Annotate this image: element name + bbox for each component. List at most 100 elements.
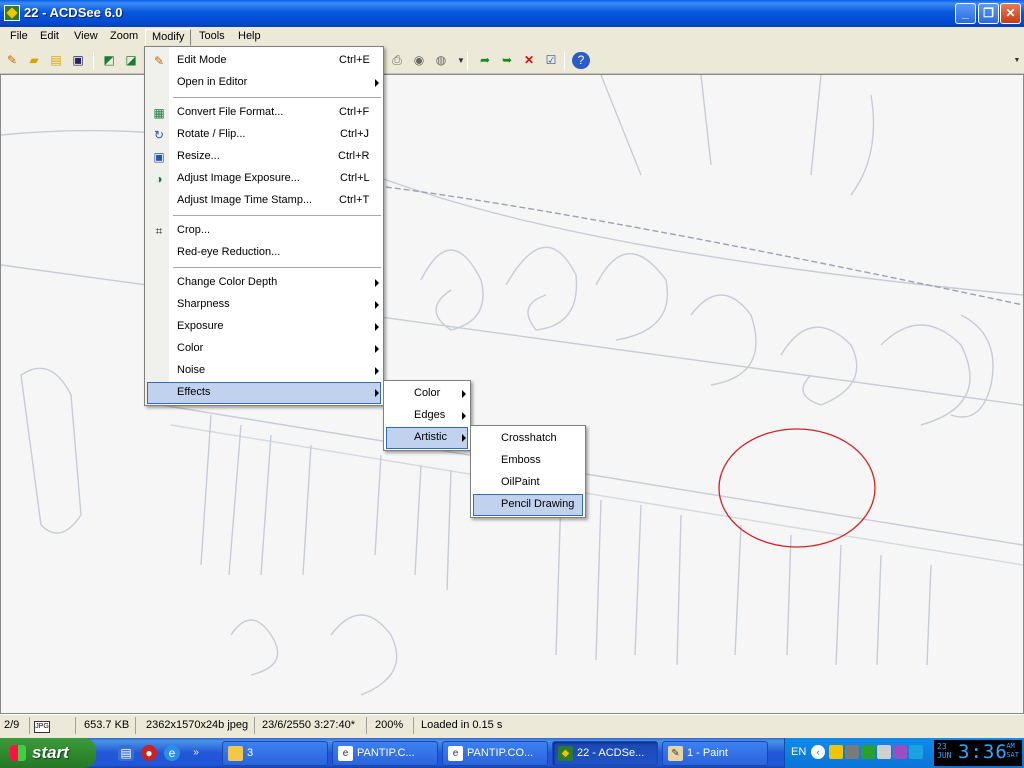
- submenu-arrow-icon: [462, 412, 466, 420]
- menu-tools[interactable]: Tools: [193, 29, 231, 46]
- menu-item-color[interactable]: Color: [147, 338, 381, 360]
- modify-menu: ✎ Edit Mode Ctrl+E Open in Editor ▦ Conv…: [144, 46, 384, 406]
- language-indicator[interactable]: EN: [791, 746, 806, 758]
- menu-item-rotate-flip[interactable]: ↻ Rotate / Flip... Ctrl+J: [147, 124, 381, 146]
- menu-item-convert-format[interactable]: ▦ Convert File Format... Ctrl+F: [147, 102, 381, 124]
- effects-submenu: Color Edges Artistic: [383, 380, 471, 451]
- submenu-arrow-icon: [375, 389, 379, 397]
- menu-separator: [173, 267, 381, 268]
- copy-to-icon[interactable]: ➦: [476, 52, 494, 69]
- menu-item-effects[interactable]: Effects: [147, 382, 381, 404]
- menu-item-edit-mode[interactable]: ✎ Edit Mode Ctrl+E: [147, 50, 381, 72]
- internet-explorer-icon[interactable]: e: [164, 745, 180, 761]
- status-position: 2/9: [0, 717, 30, 734]
- artistic-submenu: Crosshatch Emboss OilPaint Pencil Drawin…: [470, 425, 586, 518]
- taskbar-item-pantip-1[interactable]: e PANTIP.C...: [332, 741, 438, 766]
- tray-utility-icon[interactable]: [877, 745, 891, 759]
- menu-view[interactable]: View: [68, 29, 104, 46]
- submenu-arrow-icon: [462, 390, 466, 398]
- toolbar-separator: [93, 52, 94, 70]
- menu-item-open-in-editor[interactable]: Open in Editor: [147, 72, 381, 94]
- menu-item-noise[interactable]: Noise: [147, 360, 381, 382]
- menu-item-emboss[interactable]: Emboss: [473, 450, 583, 472]
- image-prev-icon[interactable]: ◩: [100, 52, 118, 69]
- print-icon[interactable]: ⎙: [388, 52, 406, 69]
- submenu-arrow-icon: [375, 279, 379, 287]
- clock-time: 3:36: [958, 741, 1008, 763]
- toolbar-overflow-icon[interactable]: ▼: [1008, 52, 1024, 69]
- minimize-button[interactable]: _: [955, 3, 976, 24]
- crop-icon: ⌗: [155, 224, 163, 238]
- menu-separator: [173, 97, 381, 98]
- burn-icon[interactable]: ◍: [432, 52, 450, 69]
- menu-item-sharpness[interactable]: Sharpness: [147, 294, 381, 316]
- status-file-size: 653.7 KB: [76, 717, 136, 734]
- browse-icon[interactable]: ✎: [3, 52, 21, 69]
- paint-icon: ✎: [668, 746, 683, 761]
- tray-network-icon[interactable]: [829, 745, 843, 759]
- menu-item-effects-edges[interactable]: Edges: [386, 405, 468, 427]
- submenu-arrow-icon: [375, 367, 379, 375]
- show-desktop-icon[interactable]: ▤: [118, 745, 134, 761]
- folder-icon: [228, 746, 243, 761]
- tray-arrow-icon[interactable]: ‹: [811, 745, 825, 759]
- tray-messenger-icon[interactable]: [893, 745, 907, 759]
- help-icon[interactable]: ?: [572, 52, 590, 69]
- edit-mode-icon: ✎: [153, 54, 165, 68]
- taskbar-item-paint[interactable]: ✎ 1 - Paint: [662, 741, 768, 766]
- quicklaunch-overflow-icon[interactable]: »: [188, 745, 204, 761]
- menu-item-oilpaint[interactable]: OilPaint: [473, 472, 583, 494]
- tray-app-icon[interactable]: [861, 745, 875, 759]
- taskbar-item-acdsee[interactable]: ◆ 22 - ACDSe...: [552, 741, 658, 766]
- move-to-icon[interactable]: ➥: [498, 52, 516, 69]
- toolbar-separator: [564, 52, 565, 70]
- menu-item-effects-artistic[interactable]: Artistic: [386, 427, 468, 449]
- menu-item-effects-color[interactable]: Color: [386, 383, 468, 405]
- menu-item-exposure[interactable]: Exposure: [147, 316, 381, 338]
- folder-icon[interactable]: ▤: [47, 52, 65, 69]
- menu-help[interactable]: Help: [232, 29, 267, 46]
- acdsee-app-icon[interactable]: [4, 5, 20, 21]
- taskbar: start ▤ ● e » 3 e PANTIP.C... e PANTIP.C…: [0, 738, 1024, 768]
- menu-item-change-color-depth[interactable]: Change Color Depth: [147, 272, 381, 294]
- menu-zoom[interactable]: Zoom: [104, 29, 144, 46]
- rotate-icon: ↻: [153, 128, 165, 142]
- delete-icon[interactable]: ✕: [520, 52, 538, 69]
- jpeg-file-icon: JPG: [34, 721, 50, 733]
- menu-separator: [173, 215, 381, 216]
- image-next-icon[interactable]: ◪: [122, 52, 140, 69]
- exposure-icon: ◑: [155, 172, 163, 186]
- submenu-arrow-icon: [375, 79, 379, 87]
- windows-logo-icon: [10, 745, 26, 761]
- open-folder-icon[interactable]: ▰: [25, 52, 43, 69]
- menu-modify[interactable]: Modify: [145, 29, 192, 46]
- menu-edit[interactable]: Edit: [34, 29, 65, 46]
- menu-item-crosshatch[interactable]: Crosshatch: [473, 428, 583, 450]
- convert-icon: ▦: [153, 106, 165, 120]
- menu-item-red-eye[interactable]: Red-eye Reduction...: [147, 242, 381, 264]
- properties-icon[interactable]: ☑: [542, 52, 560, 69]
- taskbar-item-pantip-2[interactable]: e PANTIP.CO...: [442, 741, 548, 766]
- clock[interactable]: 23 JUN 3:36 AM SAT: [934, 740, 1022, 766]
- status-load-time: Loaded in 0.15 s: [421, 719, 503, 731]
- maximize-button[interactable]: ❐: [978, 3, 999, 24]
- menu-item-adjust-time-stamp[interactable]: Adjust Image Time Stamp... Ctrl+T: [147, 190, 381, 212]
- resize-icon: ▣: [153, 150, 165, 164]
- menu-item-crop[interactable]: ⌗ Crop...: [147, 220, 381, 242]
- status-bar: 2/9 JPG 653.7 KB 2362x1570x24b jpeg 23/6…: [0, 714, 1024, 735]
- title-bar: 22 - ACDSee 6.0 _ ❐ ✕: [0, 0, 1024, 27]
- close-button[interactable]: ✕: [1000, 3, 1021, 24]
- menu-item-pencil-drawing[interactable]: Pencil Drawing: [473, 494, 583, 516]
- submenu-arrow-icon: [375, 323, 379, 331]
- tray-speaker-icon[interactable]: [845, 745, 859, 759]
- system-tray: EN ‹ 23 JUN 3:36 AM SAT: [784, 738, 1024, 768]
- menu-file[interactable]: File: [4, 29, 34, 46]
- menu-item-adjust-exposure[interactable]: ◑ Adjust Image Exposure... Ctrl+L: [147, 168, 381, 190]
- scanner-icon[interactable]: ◉: [410, 52, 428, 69]
- tray-security-icon[interactable]: [909, 745, 923, 759]
- save-icon[interactable]: ▣: [69, 52, 87, 69]
- start-button[interactable]: start: [0, 738, 96, 768]
- menu-item-resize[interactable]: ▣ Resize... Ctrl+R: [147, 146, 381, 168]
- quicklaunch-app-icon[interactable]: ●: [141, 745, 157, 761]
- taskbar-item-folder[interactable]: 3: [222, 741, 328, 766]
